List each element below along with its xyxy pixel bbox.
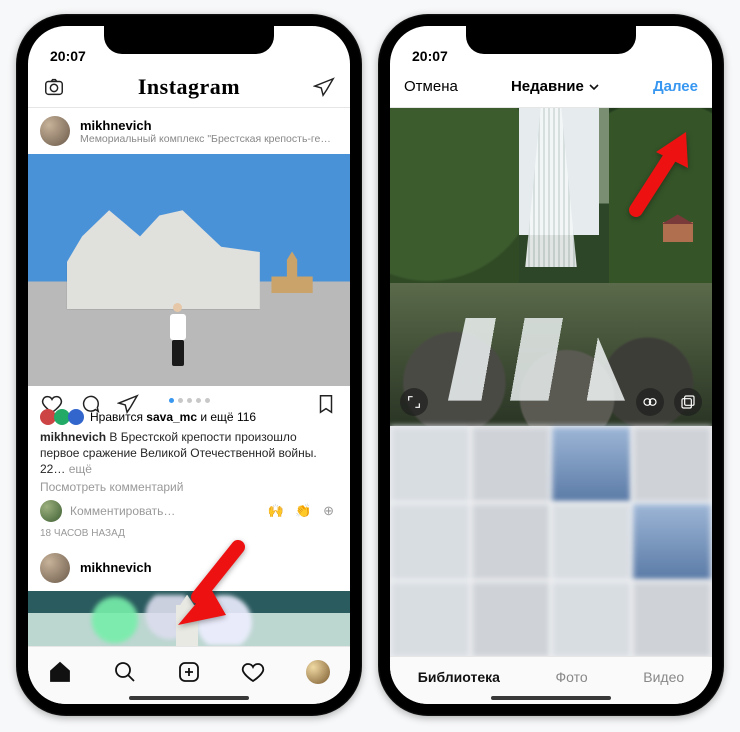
- photo-thumb[interactable]: [632, 426, 713, 503]
- post-location[interactable]: Мемориальный комплекс "Брестская крепост…: [80, 133, 331, 145]
- status-time: 20:07: [412, 48, 448, 64]
- nav-activity-icon[interactable]: [241, 660, 265, 684]
- next-button[interactable]: Далее: [653, 78, 698, 95]
- post-caption[interactable]: mikhnevich В Брестской крепости произошл…: [28, 425, 350, 478]
- app-title: Instagram: [138, 74, 240, 100]
- photo-thumb[interactable]: [390, 503, 471, 580]
- nav-search-icon[interactable]: [113, 660, 137, 684]
- nav-create-icon[interactable]: [177, 660, 201, 684]
- photo-thumb[interactable]: [390, 426, 471, 503]
- nav-home-icon[interactable]: [48, 660, 72, 684]
- bookmark-icon[interactable]: [314, 392, 338, 416]
- phone-left: 20:07 Instagram mikhnevic: [16, 14, 362, 716]
- home-indicator: [129, 696, 249, 700]
- notch: [104, 26, 274, 54]
- my-avatar: [40, 500, 62, 522]
- camera-icon[interactable]: [42, 75, 66, 99]
- phone-right: 20:07 Отмена Недавние Далее: [378, 14, 724, 716]
- view-comments-link[interactable]: Посмотреть комментарий: [28, 478, 350, 496]
- picker-header: Отмена Недавние Далее: [390, 66, 712, 108]
- post-header[interactable]: mikhnevich Мемориальный комплекс "Брестс…: [28, 108, 350, 154]
- photo-thumb[interactable]: [551, 426, 632, 503]
- notch: [466, 26, 636, 54]
- boomerang-icon[interactable]: [636, 388, 664, 416]
- screen-left: 20:07 Instagram mikhnevic: [28, 26, 350, 704]
- expand-crop-icon[interactable]: [400, 388, 428, 416]
- photo-thumb[interactable]: [551, 581, 632, 658]
- tab-library[interactable]: Библиотека: [418, 669, 500, 685]
- cancel-button[interactable]: Отмена: [404, 78, 458, 95]
- select-multiple-icon[interactable]: [674, 388, 702, 416]
- liker-avatar: [68, 409, 84, 425]
- likes-row[interactable]: Нравится sava_mc и ещё 116: [28, 409, 350, 425]
- bottom-nav: [28, 646, 350, 704]
- app-header: Instagram: [28, 66, 350, 108]
- post2-header[interactable]: mikhnevich: [28, 545, 350, 591]
- post2-username[interactable]: mikhnevich: [80, 560, 152, 575]
- post-image[interactable]: [28, 154, 350, 386]
- tab-video[interactable]: Видео: [643, 669, 684, 685]
- photo-thumb[interactable]: [390, 581, 471, 658]
- tab-photo[interactable]: Фото: [556, 669, 588, 685]
- photo-thumb[interactable]: [632, 503, 713, 580]
- add-comment-row[interactable]: Комментировать… 🙌 👏 ⊕: [28, 496, 350, 526]
- avatar[interactable]: [40, 553, 70, 583]
- home-indicator: [491, 696, 611, 700]
- post-username[interactable]: mikhnevich: [80, 118, 331, 133]
- photo-thumb[interactable]: [471, 581, 552, 658]
- post-timestamp: 18 часов назад: [28, 526, 350, 545]
- album-selector[interactable]: Недавние: [511, 78, 600, 95]
- direct-message-icon[interactable]: [312, 75, 336, 99]
- nav-profile-avatar[interactable]: [306, 660, 330, 684]
- photo-thumb[interactable]: [551, 503, 632, 580]
- picker-tabs: Библиотека Фото Видео: [390, 656, 712, 704]
- photo-thumb[interactable]: [632, 581, 713, 658]
- status-time: 20:07: [50, 48, 86, 64]
- comment-input[interactable]: Комментировать…: [70, 504, 175, 518]
- photo-thumb[interactable]: [471, 503, 552, 580]
- photo-grid: [390, 426, 712, 658]
- avatar[interactable]: [40, 116, 70, 146]
- chevron-down-icon: [588, 81, 600, 93]
- screen-right: 20:07 Отмена Недавние Далее: [390, 26, 712, 704]
- photo-preview[interactable]: [390, 108, 712, 426]
- quick-emoji[interactable]: 🙌 👏 ⊕: [268, 503, 339, 519]
- photo-thumb[interactable]: [471, 426, 552, 503]
